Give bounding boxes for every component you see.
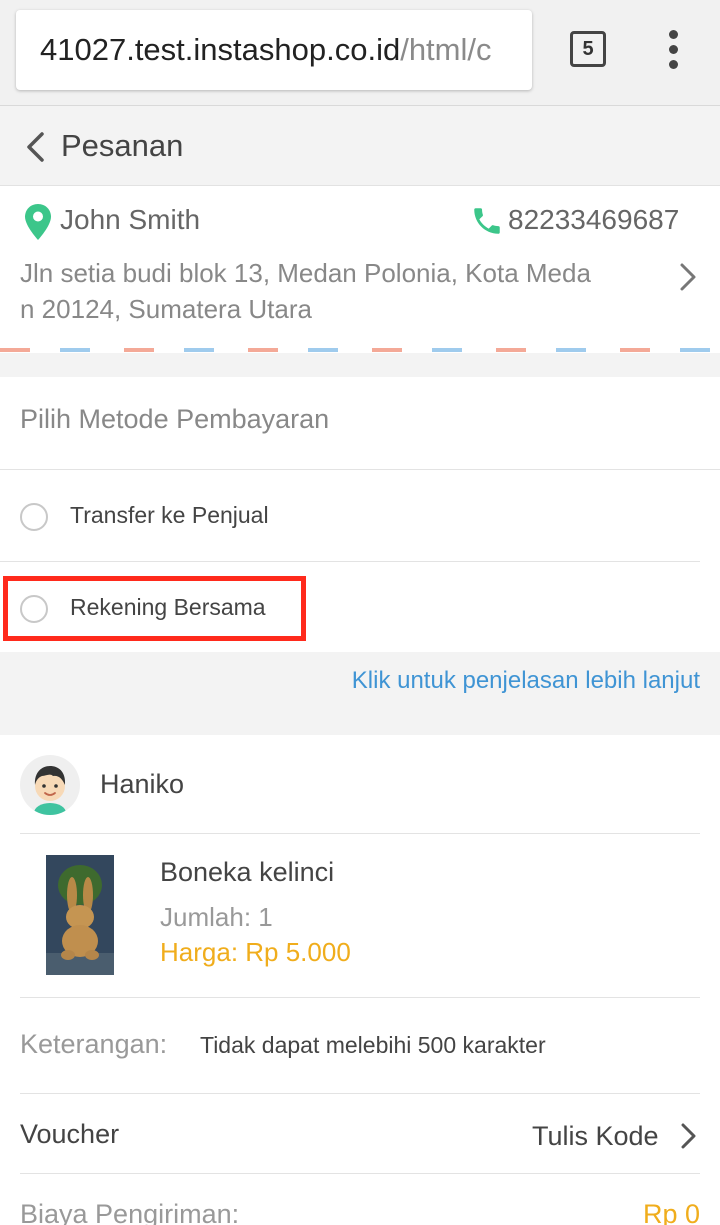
chevron-right-icon[interactable] — [678, 1121, 700, 1151]
url-text: 41027.test.instashop.co.id/html/c — [40, 30, 492, 70]
address-bar[interactable]: 41027.test.instashop.co.id/html/c — [16, 10, 532, 90]
envelope-stripe — [0, 348, 720, 352]
url-path: /html/c — [400, 32, 492, 67]
location-pin-icon — [25, 204, 51, 240]
highlight-box — [3, 576, 306, 641]
phone-icon — [474, 208, 500, 234]
address-line-1: Jln setia budi blok 13, Medan Polonia, K… — [20, 258, 591, 288]
recipient-name: John Smith — [60, 204, 201, 235]
browser-toolbar: 41027.test.instashop.co.id/html/c 5 — [0, 0, 720, 106]
tab-count-icon[interactable]: 5 — [570, 31, 606, 67]
radio-button[interactable] — [20, 503, 48, 531]
note-input[interactable]: Tidak dapat melebihi 500 karakter — [200, 1029, 700, 1061]
shipping-address-card[interactable]: John Smith 82233469687 Jln setia budi bl… — [0, 186, 720, 353]
avatar-boy-icon — [34, 766, 66, 815]
address-line-2: n 20124, Sumatera Utara — [20, 294, 312, 324]
divider — [20, 1173, 700, 1174]
payment-section-title: Pilih Metode Pembayaran — [20, 404, 330, 434]
page-title: Pesanan — [61, 128, 184, 163]
product-price: Harga: Rp 5.000 — [160, 937, 351, 967]
shipping-cost-label: Biaya Pengiriman: — [20, 1199, 240, 1225]
divider — [20, 997, 700, 998]
overflow-menu-icon[interactable] — [664, 30, 684, 70]
payment-help-link[interactable]: Klik untuk penjelasan lebih lanjut — [352, 665, 700, 697]
voucher-label: Voucher — [20, 1119, 120, 1149]
url-host: 41027.test.instashop.co.id — [40, 32, 401, 67]
voucher-code-button[interactable]: Tulis Kode — [532, 1119, 659, 1153]
shipping-cost-value: Rp 0 — [642, 1199, 700, 1225]
recipient-phone: 82233469687 — [508, 204, 680, 235]
avatar — [20, 755, 80, 815]
page-header: Pesanan — [0, 106, 720, 186]
divider — [20, 1093, 700, 1094]
note-label: Keterangan: — [20, 1029, 168, 1059]
shop-name: Haniko — [100, 769, 185, 799]
product-name: Boneka kelinci — [160, 857, 335, 887]
divider — [20, 833, 700, 834]
back-arrow-icon[interactable] — [24, 130, 54, 164]
chevron-right-icon — [680, 263, 696, 291]
product-quantity: Jumlah: 1 — [160, 902, 273, 932]
product-thumbnail[interactable] — [46, 855, 114, 975]
order-card: Haniko Boneka kelinci Jumlah: 1 Harga: R… — [0, 735, 720, 1225]
product-image — [46, 855, 114, 975]
payment-option-transfer[interactable]: Transfer ke Penjual — [0, 469, 720, 559]
payment-option-label: Transfer ke Penjual — [70, 502, 269, 528]
